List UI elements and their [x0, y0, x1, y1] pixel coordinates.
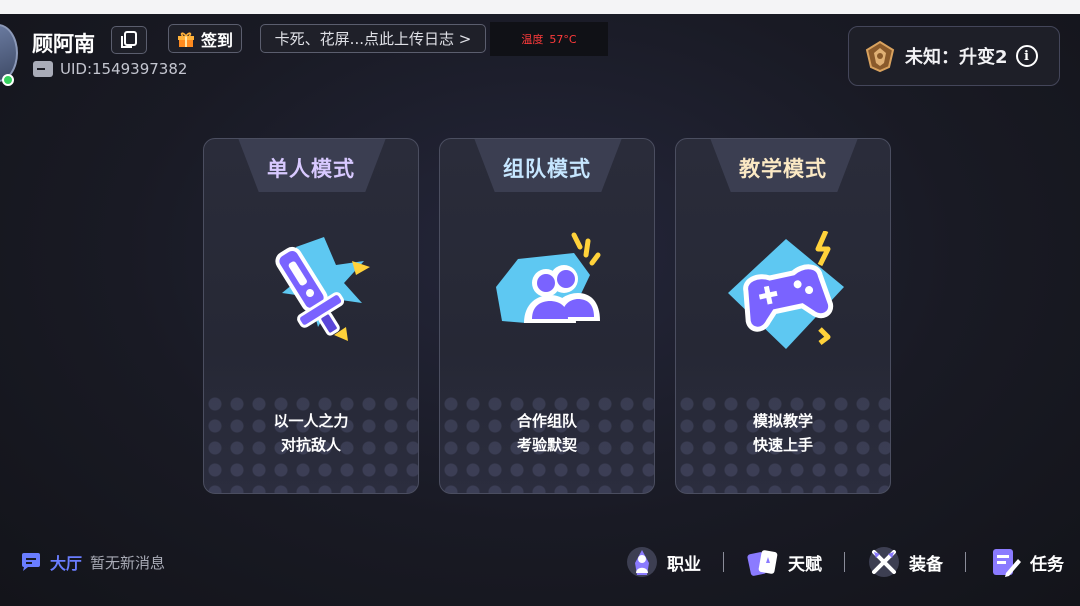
- gift-icon: [177, 31, 194, 47]
- single-mode-title: 单人模式: [267, 157, 355, 181]
- single-mode-card[interactable]: 单人模式 以一人之力 对抗敌人: [203, 138, 419, 494]
- username: 顾阿南: [32, 32, 95, 56]
- tutorial-mode-desc: 模拟教学 快速上手: [676, 409, 890, 457]
- team-mode-desc-line2: 考验默契: [516, 436, 577, 454]
- team-icon: [496, 232, 601, 323]
- temperature-label: 温度: [521, 33, 544, 46]
- uid-text: UID:1549397382: [60, 60, 188, 78]
- nav-divider: [965, 552, 966, 572]
- copy-button[interactable]: [111, 26, 147, 54]
- sword-icon: [275, 237, 370, 341]
- nav-divider: [723, 552, 724, 572]
- nav-divider: [844, 552, 845, 572]
- upload-log-label: 卡死、花屏...点此上传日志 >: [274, 30, 472, 48]
- team-mode-desc-line1: 合作组队: [516, 412, 577, 430]
- team-mode-title: 组队模式: [503, 157, 591, 181]
- tutorial-mode-desc-line2: 快速上手: [752, 436, 813, 454]
- lobby-chat[interactable]: 大厅 暂无新消息: [20, 550, 165, 574]
- single-mode-desc-line2: 对抗敌人: [280, 436, 341, 454]
- rank-badge-icon: [865, 40, 895, 73]
- nav-label-task: 任务: [1030, 554, 1064, 575]
- temperature-value: 57°C: [549, 32, 577, 46]
- signin-button[interactable]: 签到: [168, 24, 242, 53]
- gamepad-icon: [728, 231, 844, 349]
- bottom-nav: 职业 天赋 装备 任务: [625, 545, 1064, 579]
- single-mode-desc-line1: 以一人之力: [273, 412, 349, 430]
- rank-label: 未知：升变2: [905, 47, 1008, 68]
- task-icon: [993, 549, 1021, 577]
- lobby-message: 暂无新消息: [90, 553, 166, 572]
- equipment-icon: [869, 547, 899, 577]
- signin-label: 签到: [200, 30, 233, 50]
- rank-panel[interactable]: 未知：升变2 i: [848, 26, 1060, 86]
- top-strip: [0, 0, 1080, 14]
- team-mode-desc: 合作组队 考验默契: [440, 409, 654, 457]
- nav-label-class: 职业: [667, 554, 701, 575]
- info-icon[interactable]: i: [1015, 45, 1038, 67]
- talent-icon: [747, 550, 778, 576]
- team-mode-card[interactable]: 组队模式 合作组队 考验默契: [439, 138, 655, 494]
- lobby-label: 大厅: [50, 554, 83, 573]
- nav-item-task[interactable]: 任务: [988, 545, 1064, 579]
- upload-log-button[interactable]: 卡死、花屏...点此上传日志 >: [260, 24, 486, 53]
- nav-item-class[interactable]: 职业: [625, 545, 701, 579]
- tutorial-mode-card[interactable]: 教学模式 模拟教学 快速上手: [675, 138, 891, 494]
- online-status-dot: [2, 74, 14, 86]
- copy-icon: [121, 31, 137, 48]
- temperature-indicator: 温度 57°C: [490, 22, 608, 56]
- nav-label-equipment: 装备: [909, 554, 943, 575]
- uid-row: UID:1549397382: [33, 60, 187, 78]
- nav-item-talent[interactable]: 天赋: [746, 545, 822, 579]
- single-mode-desc: 以一人之力 对抗敌人: [204, 409, 418, 457]
- nav-item-equipment[interactable]: 装备: [867, 545, 943, 579]
- chat-icon: [22, 553, 40, 571]
- tutorial-mode-title: 教学模式: [739, 157, 827, 181]
- id-card-icon: [33, 61, 53, 77]
- nav-label-talent: 天赋: [788, 554, 822, 575]
- tutorial-mode-desc-line1: 模拟教学: [752, 412, 813, 430]
- class-icon: [627, 547, 657, 577]
